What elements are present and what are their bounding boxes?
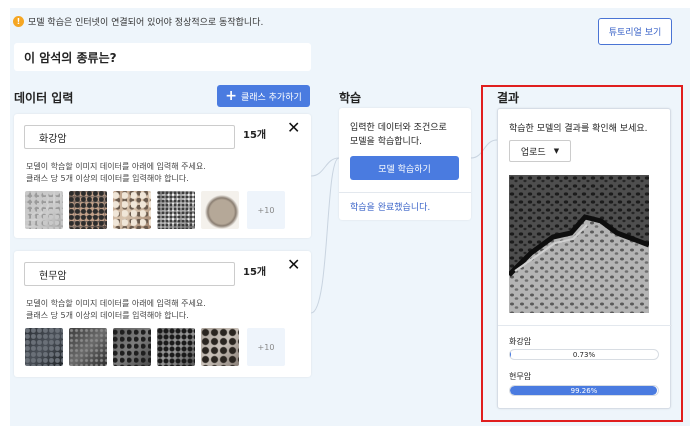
upload-label: 업로드 <box>520 147 546 158</box>
divider <box>498 325 672 326</box>
prediction-label-granite: 화강암 <box>509 337 532 346</box>
prediction-value: 0.73% <box>572 350 596 359</box>
prediction-bar-basalt: 99.26% <box>509 385 659 396</box>
uploaded-rock-image[interactable] <box>509 175 649 313</box>
learning-description: 입력한 데이터와 조건으로 모델을 학습합니다. <box>350 123 447 147</box>
result-title: 결과 <box>497 91 520 105</box>
upload-dropdown[interactable]: 업로드 ▼ <box>509 140 571 162</box>
training-status: 학습을 완료했습니다. <box>350 203 431 213</box>
prediction-label-basalt: 현무암 <box>509 372 532 381</box>
result-description: 학습한 모델의 결과를 확인해 보세요. <box>509 124 648 134</box>
divider <box>339 192 471 193</box>
prediction-value: 99.26% <box>570 386 598 395</box>
prediction-bar-granite: 0.73% <box>509 349 659 360</box>
learning-title: 학습 <box>339 91 362 105</box>
caret-down-icon: ▼ <box>553 147 560 155</box>
learning-card: 입력한 데이터와 조건으로 모델을 학습합니다. 모델 학습하기 학습을 완료했… <box>339 108 471 220</box>
train-model-button[interactable]: 모델 학습하기 <box>350 156 459 180</box>
result-card: 학습한 모델의 결과를 확인해 보세요. 업로드 ▼ 화강암 0.73% 현무암 <box>497 108 672 409</box>
